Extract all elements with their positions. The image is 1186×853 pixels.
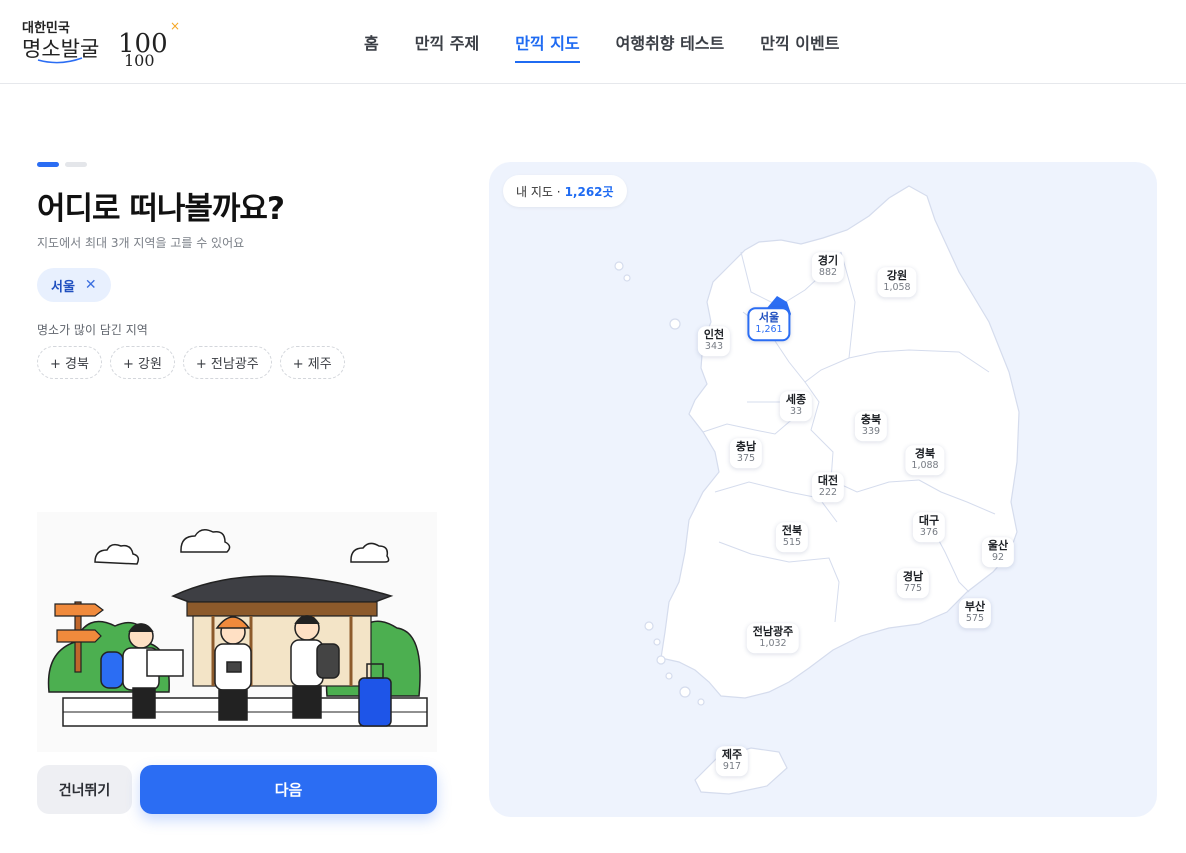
region-name: 세종 — [785, 393, 807, 407]
step-indicator — [37, 162, 87, 167]
region-count: 92 — [991, 551, 1005, 563]
suggest-chip-jeju[interactable]: + 제주 — [279, 346, 345, 379]
my-map-badge-label: 내 지도 · — [516, 184, 561, 199]
region-jeju[interactable]: 제주 917 — [715, 746, 749, 776]
region-count: 222 — [818, 486, 838, 498]
region-chungbuk[interactable]: 충북 339 — [854, 411, 888, 441]
close-icon[interactable]: ✕ — [85, 277, 97, 293]
region-incheon[interactable]: 인천 343 — [697, 326, 731, 356]
suggest-chip-jeonnam-gwangju[interactable]: + 전남광주 — [182, 346, 272, 379]
region-jeonbuk[interactable]: 전북 515 — [775, 522, 809, 552]
region-count: 575 — [965, 612, 985, 624]
region-name: 전북 — [781, 524, 803, 538]
region-count: 917 — [722, 760, 742, 772]
svg-text:×: × — [170, 19, 180, 33]
region-daejeon[interactable]: 대전 222 — [811, 472, 845, 502]
nav-themes[interactable]: 만끽 주제 — [415, 0, 479, 84]
region-count: 1,088 — [911, 459, 939, 471]
region-name: 대전 — [817, 474, 839, 488]
region-count: 882 — [818, 266, 838, 278]
next-button[interactable]: 다음 — [140, 765, 437, 814]
region-map: 내 지도 · 1,262곳 경기 882 강원 1,058 서울 1,261 인… — [489, 162, 1157, 817]
suggest-chip-gangwon[interactable]: + 강원 — [109, 346, 175, 379]
region-name: 경남 — [902, 570, 924, 584]
header: 대한민국 명소발굴 100 100 × 홈 만끽 주제 만끽 지도 여행취향 테… — [0, 0, 1186, 84]
region-name: 전남광주 — [752, 625, 794, 639]
step-1-active — [37, 162, 59, 167]
selected-region-label: 서울 — [51, 279, 75, 295]
svg-text:100: 100 — [124, 51, 155, 66]
nav-travel-test[interactable]: 여행취향 테스트 — [616, 0, 725, 84]
nav-map[interactable]: 만끽 지도 — [515, 0, 581, 84]
region-daegu[interactable]: 대구 376 — [912, 512, 946, 542]
page-title: 어디로 떠나볼까요? — [37, 191, 285, 227]
step-2 — [65, 162, 87, 167]
region-seoul[interactable]: 서울 1,261 — [747, 307, 791, 341]
region-count: 1,032 — [759, 637, 787, 649]
region-count: 775 — [903, 582, 923, 594]
region-count: 343 — [704, 340, 724, 352]
region-count: 1,058 — [883, 281, 911, 293]
travelers-illustration — [37, 512, 437, 752]
brand-logo[interactable]: 대한민국 명소발굴 100 100 × — [20, 16, 190, 70]
region-gyeongnam[interactable]: 경남 775 — [896, 568, 930, 598]
suggest-chip-gyeongbuk[interactable]: + 경북 — [37, 346, 102, 379]
region-sejong[interactable]: 세종 33 — [779, 391, 813, 421]
region-count: 376 — [919, 526, 939, 538]
region-name: 경기 — [817, 254, 839, 268]
region-jeonnam-gwangju[interactable]: 전남광주 1,032 — [746, 623, 800, 653]
suggested-regions-label: 명소가 많이 담긴 지역 — [37, 323, 148, 337]
region-name: 울산 — [987, 539, 1009, 553]
svg-text:명소발굴: 명소발굴 — [22, 37, 99, 61]
region-name: 인천 — [703, 328, 725, 342]
region-name: 부산 — [964, 600, 986, 614]
region-gyeongbuk[interactable]: 경북 1,088 — [905, 445, 945, 475]
region-count: 515 — [782, 536, 802, 548]
region-name: 강원 — [886, 269, 908, 283]
my-map-badge: 내 지도 · 1,262곳 — [503, 175, 627, 207]
suggested-regions: + 경북 + 강원 + 전남광주 + 제주 — [37, 346, 345, 379]
region-count: 1,261 — [755, 323, 783, 335]
main-nav: 홈 만끽 주제 만끽 지도 여행취향 테스트 만끽 이벤트 — [364, 0, 875, 84]
region-name: 대구 — [918, 514, 940, 528]
nav-events[interactable]: 만끽 이벤트 — [760, 0, 839, 84]
region-name: 경북 — [914, 447, 936, 461]
region-busan[interactable]: 부산 575 — [958, 598, 992, 628]
region-ulsan[interactable]: 울산 92 — [981, 537, 1015, 567]
region-gangwon[interactable]: 강원 1,058 — [877, 267, 917, 297]
skip-button[interactable]: 건너뛰기 — [37, 765, 132, 814]
svg-text:대한민국: 대한민국 — [22, 20, 70, 36]
region-count: 375 — [736, 452, 756, 464]
page-subtitle: 지도에서 최대 3개 지역을 고를 수 있어요 — [37, 236, 245, 250]
region-name: 충남 — [735, 440, 757, 454]
region-gyeonggi[interactable]: 경기 882 — [811, 252, 845, 282]
region-name: 충북 — [860, 413, 882, 427]
region-name: 제주 — [721, 748, 743, 762]
my-map-count: 1,262곳 — [564, 184, 614, 199]
region-name: 서울 — [758, 311, 780, 325]
region-count: 339 — [861, 425, 881, 437]
region-count: 33 — [789, 405, 803, 417]
nav-home[interactable]: 홈 — [364, 0, 379, 84]
region-chungnam[interactable]: 충남 375 — [729, 438, 763, 468]
selected-region-chip[interactable]: 서울 ✕ — [37, 268, 111, 302]
